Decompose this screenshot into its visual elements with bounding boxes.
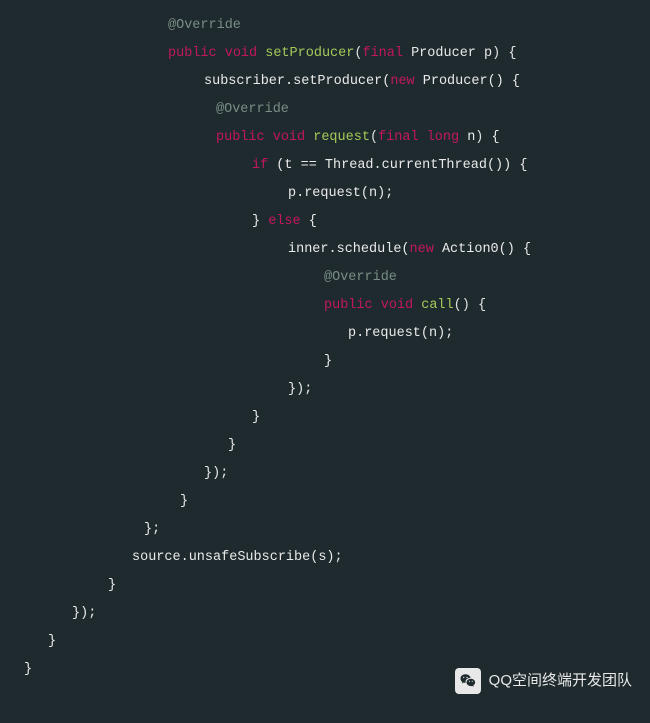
code-line: } [0, 488, 650, 516]
code-line: } [0, 348, 650, 376]
code-line: } [0, 432, 650, 460]
code-line: inner.schedule(new Action0() { [0, 236, 650, 264]
code-line: }); [0, 376, 650, 404]
code-line: if (t == Thread.currentThread()) { [0, 152, 650, 180]
code-line: source.unsafeSubscribe(s); [0, 544, 650, 572]
code-line: public void request(final long n) { [0, 124, 650, 152]
code-line: @Override [0, 12, 650, 40]
code-line: public void call() { [0, 292, 650, 320]
watermark-text: QQ空间终端开发团队 [489, 667, 632, 695]
code-line: p.request(n); [0, 180, 650, 208]
code-line: public void setProducer(final Producer p… [0, 40, 650, 68]
wechat-icon [455, 668, 481, 694]
code-line: subscriber.setProducer(new Producer() { [0, 68, 650, 96]
code-line: } [0, 404, 650, 432]
watermark: QQ空间终端开发团队 [455, 667, 632, 695]
code-block: @Overridepublic void setProducer(final P… [0, 0, 650, 684]
code-line: @Override [0, 96, 650, 124]
code-line: }; [0, 516, 650, 544]
code-line: } [0, 628, 650, 656]
code-line: @Override [0, 264, 650, 292]
code-line: } else { [0, 208, 650, 236]
code-line: }); [0, 460, 650, 488]
code-line: }); [0, 600, 650, 628]
code-line: p.request(n); [0, 320, 650, 348]
code-line: } [0, 572, 650, 600]
